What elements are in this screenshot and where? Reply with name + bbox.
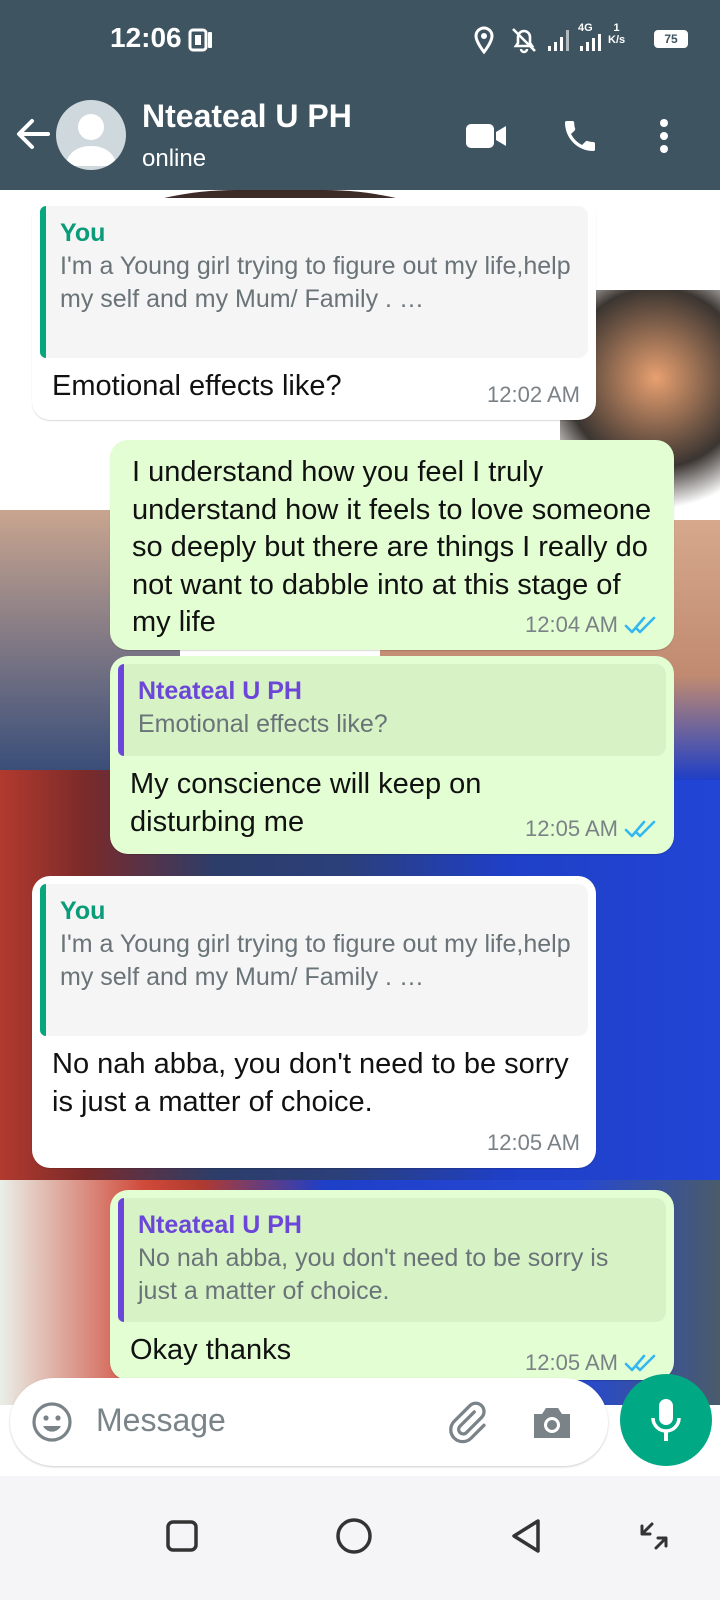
voice-message-button[interactable] <box>620 1374 712 1466</box>
message-meta: 12:05 AM <box>525 816 658 842</box>
message-input-container[interactable]: Message <box>10 1378 608 1466</box>
quote-text: I'm a Young girl trying to figure out my… <box>60 930 571 991</box>
quote-author: Nteateal U PH <box>138 677 302 705</box>
location-icon <box>474 26 494 55</box>
message-bubble-incoming[interactable]: You I'm a Young girl trying to figure ou… <box>32 198 596 420</box>
phone-icon <box>565 121 595 151</box>
chat-area[interactable]: You I'm a Young girl trying to figure ou… <box>0 190 720 1405</box>
system-navigation-bar <box>0 1476 720 1600</box>
rotate-screen-icon <box>640 1522 668 1550</box>
signal-icon-2 <box>580 34 601 51</box>
message-input[interactable]: Message <box>96 1402 226 1439</box>
camera-icon <box>534 1408 570 1438</box>
quote-text: No nah abba, you don't need to be sorry … <box>138 1244 609 1305</box>
message-bubble-outgoing[interactable]: Nteateal U PH Emotional effects like? My… <box>110 656 674 854</box>
message-meta: 12:02 AM <box>487 382 580 408</box>
attach-button[interactable] <box>442 1398 490 1446</box>
quoted-message[interactable]: Nteateal U PH No nah abba, you don't nee… <box>118 1198 666 1322</box>
quoted-message[interactable]: You I'm a Young girl trying to figure ou… <box>40 206 588 358</box>
video-call-icon <box>466 124 506 148</box>
avatar-placeholder-icon <box>65 114 117 166</box>
quoted-message[interactable]: Nteateal U PH Emotional effects like? <box>118 664 666 756</box>
emoji-icon <box>32 1402 72 1442</box>
message-time: 12:05 AM <box>525 816 618 841</box>
battery-indicator: 75 <box>654 30 688 48</box>
read-ticks-icon <box>624 616 656 634</box>
quote-author: You <box>60 897 106 925</box>
back-arrow-icon <box>17 119 50 149</box>
message-bubble-outgoing[interactable]: Nteateal U PH No nah abba, you don't nee… <box>110 1190 674 1380</box>
quote-text: I'm a Young girl trying to figure out my… <box>60 252 571 313</box>
message-meta: 12:05 AM <box>487 1130 580 1156</box>
voice-call-button[interactable] <box>556 112 604 160</box>
message-time: 12:04 AM <box>525 612 618 637</box>
message-bubble-incoming[interactable]: You I'm a Young girl trying to figure ou… <box>32 876 596 1168</box>
recents-button[interactable] <box>152 1506 212 1566</box>
square-recents-icon <box>166 1520 198 1552</box>
read-ticks-icon <box>624 820 656 838</box>
back-button[interactable] <box>12 114 52 154</box>
home-button[interactable] <box>324 1506 384 1566</box>
mic-icon <box>651 1399 681 1441</box>
message-meta: 12:04 AM <box>525 612 658 638</box>
camera-button[interactable] <box>528 1398 576 1446</box>
more-vert-icon <box>660 119 668 153</box>
video-call-button[interactable] <box>462 112 510 160</box>
quote-author: Nteateal U PH <box>138 1211 302 1239</box>
emoji-button[interactable] <box>28 1398 76 1446</box>
message-time: 12:05 AM <box>487 1130 580 1155</box>
chat-header: 12:06 4G 1 K/s 75 Nteateal U PH online <box>0 0 720 190</box>
quote-text: Emotional effects like? <box>138 710 388 738</box>
composer-bar: Message <box>0 1370 720 1476</box>
contact-status: online <box>142 145 207 172</box>
circle-home-icon <box>336 1518 372 1554</box>
message-time: 12:02 AM <box>487 382 580 407</box>
back-nav-button[interactable] <box>496 1506 556 1566</box>
avatar[interactable] <box>56 100 126 170</box>
more-options-button[interactable] <box>640 112 688 160</box>
mute-bell-icon <box>512 28 536 54</box>
status-bar: 12:06 4G 1 K/s 75 <box>0 0 720 80</box>
signal-icon <box>548 30 569 51</box>
quoted-message[interactable]: You I'm a Young girl trying to figure ou… <box>40 884 588 1036</box>
screen-recording-icon <box>188 28 212 52</box>
message-text: No nah abba, you don't need to be sorry … <box>52 1048 569 1118</box>
rotate-button[interactable] <box>624 1506 684 1566</box>
message-text: My conscience will keep on disturbing me <box>130 768 482 838</box>
status-time: 12:06 <box>110 22 182 53</box>
triangle-back-icon <box>512 1519 540 1553</box>
contact-name[interactable]: Nteateal U PH <box>142 98 352 135</box>
net-speed: 1 K/s <box>608 22 626 46</box>
quote-author: You <box>60 219 106 247</box>
attach-icon <box>449 1401 486 1444</box>
message-bubble-outgoing[interactable]: I understand how you feel I truly unders… <box>110 440 674 650</box>
